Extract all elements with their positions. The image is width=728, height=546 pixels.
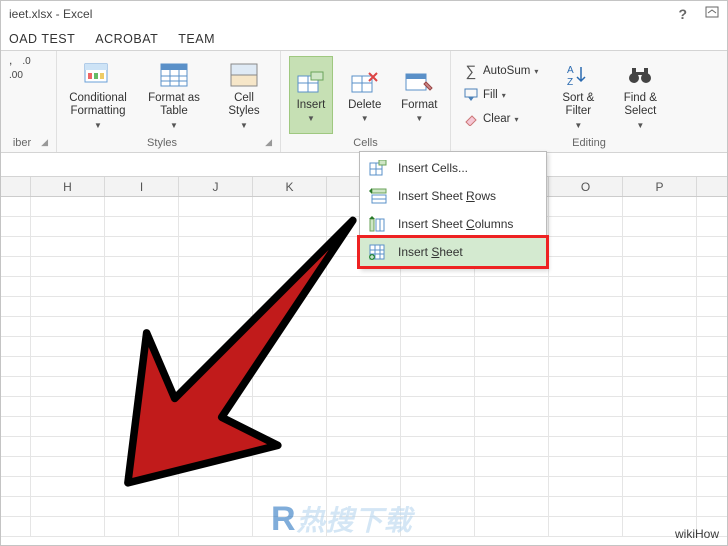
group-cells: Insert ▼ Delete ▼ Format ▼ (281, 51, 451, 152)
tab-acrobat[interactable]: ACROBAT (91, 28, 174, 50)
insert-sheet-icon (368, 242, 388, 262)
chevron-down-icon: ▼ (170, 121, 178, 130)
col-header[interactable]: O (549, 177, 623, 196)
watermark-wikihow: wikiHow (675, 527, 719, 541)
format-as-table-button[interactable]: Format as Table ▼ (141, 56, 207, 134)
window-controls: ? (678, 6, 719, 22)
autosum-button[interactable]: ∑ AutoSum ▾ (459, 60, 542, 82)
format-cells-icon (404, 67, 434, 97)
chevron-down-icon: ▼ (240, 121, 248, 130)
svg-text:Z: Z (567, 77, 573, 87)
tab-team[interactable]: TEAM (174, 28, 231, 50)
insert-cells-icon (296, 67, 326, 97)
app-window: ieet.xlsx - Excel ? OAD TEST ACROBAT TEA… (0, 0, 728, 546)
tab-loadtest[interactable]: OAD TEST (5, 28, 91, 50)
col-header[interactable]: P (623, 177, 697, 196)
help-icon[interactable]: ? (678, 6, 687, 22)
col-header[interactable]: K (253, 177, 327, 196)
sort-filter-button[interactable]: AZ Sort & Filter ▼ (552, 56, 604, 134)
chevron-down-icon: ▼ (94, 121, 102, 130)
chevron-down-icon: ▾ (514, 115, 518, 124)
increase-decimal-icon[interactable]: .0.00 (9, 56, 31, 81)
col-header[interactable]: J (179, 177, 253, 196)
sigma-icon: ∑ (463, 63, 479, 79)
fill-button[interactable]: Fill ▾ (459, 84, 542, 106)
chevron-down-icon: ▼ (415, 114, 423, 123)
delete-button[interactable]: Delete ▼ (343, 56, 387, 134)
insert-button[interactable]: Insert ▼ (289, 56, 333, 134)
clear-button[interactable]: Clear ▾ (459, 108, 542, 130)
table-icon (159, 60, 189, 90)
insert-cells-icon (368, 158, 388, 178)
fill-down-icon (463, 87, 479, 103)
chevron-down-icon: ▼ (636, 121, 644, 130)
window-title: ieet.xlsx - Excel (9, 7, 92, 21)
cell-styles-icon (229, 60, 259, 90)
chevron-down-icon: ▾ (534, 67, 538, 76)
col-header[interactable]: H (31, 177, 105, 196)
chevron-down-icon: ▾ (502, 91, 506, 100)
col-header[interactable]: I (105, 177, 179, 196)
cell-styles-button[interactable]: Cell Styles ▼ (217, 56, 271, 134)
group-editing: ∑ AutoSum ▾ Fill ▾ (451, 51, 727, 152)
ribbon-tabs: OAD TEST ACROBAT TEAM (1, 27, 727, 51)
binoculars-icon (625, 60, 655, 90)
chevron-down-icon: ▼ (307, 114, 315, 123)
format-button[interactable]: Format ▼ (397, 56, 442, 134)
delete-cells-icon (350, 67, 380, 97)
chevron-down-icon: ▼ (574, 121, 582, 130)
menu-insert-sheet[interactable]: Insert Sheet (360, 238, 546, 266)
menu-insert-cells[interactable]: Insert Cells... (360, 154, 546, 182)
ribbon: , .0.00 iber◢ Conditional Formatting ▼ (1, 51, 727, 153)
insert-dropdown-menu: Insert Cells... Insert Sheet Rows Insert… (359, 151, 547, 269)
group-number: , .0.00 iber◢ (1, 51, 57, 152)
titlebar: ieet.xlsx - Excel ? (1, 1, 727, 27)
dialog-launcher-icon[interactable]: ◢ (41, 137, 48, 148)
watermark-cn: R热搜下载 (271, 499, 413, 539)
sort-icon: AZ (563, 60, 593, 90)
find-select-button[interactable]: Find & Select ▼ (614, 56, 666, 134)
chevron-down-icon: ▼ (361, 114, 369, 123)
group-styles: Conditional Formatting ▼ Format as Table… (57, 51, 281, 152)
conditional-formatting-button[interactable]: Conditional Formatting ▼ (65, 56, 131, 134)
svg-text:A: A (567, 65, 574, 76)
menu-insert-rows[interactable]: Insert Sheet Rows (360, 182, 546, 210)
menu-insert-columns[interactable]: Insert Sheet Columns (360, 210, 546, 238)
eraser-icon (463, 111, 479, 127)
insert-rows-icon (368, 186, 388, 206)
conditional-formatting-icon (83, 60, 113, 90)
dialog-launcher-icon[interactable]: ◢ (265, 137, 272, 148)
insert-columns-icon (368, 214, 388, 234)
ribbon-toggle-icon[interactable] (705, 6, 719, 22)
col-header-partial[interactable] (1, 177, 31, 196)
